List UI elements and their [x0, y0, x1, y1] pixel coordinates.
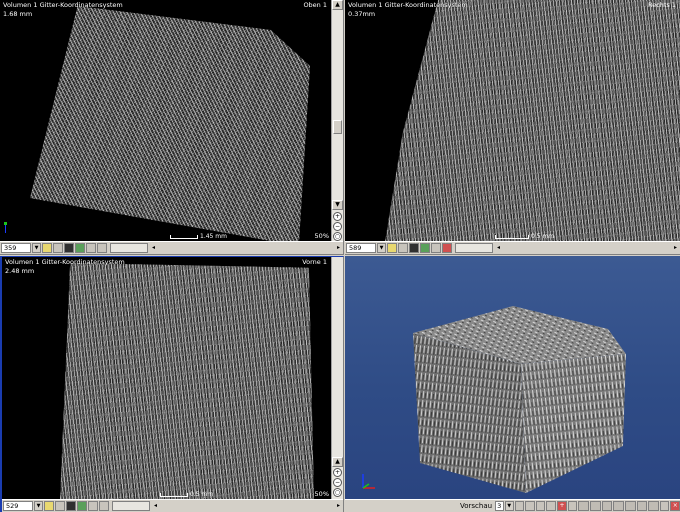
next-slice-icon[interactable]: ▸ [671, 243, 680, 253]
settings-icon[interactable] [659, 501, 670, 511]
measure-icon[interactable] [431, 243, 441, 253]
preview-level-field[interactable]: 3 [495, 501, 504, 511]
zoom-fit-icon[interactable]: ○ [333, 232, 342, 241]
specimen-slice-front [60, 263, 314, 499]
slice-canvas-right[interactable]: Volumen 1 Gitter-Koordinatensystem 0.37m… [345, 0, 680, 241]
slice-number-field[interactable]: 589 [346, 243, 376, 253]
zoom-in-icon[interactable]: + [333, 212, 342, 221]
orientation-button[interactable] [590, 501, 601, 511]
axis-dot [4, 222, 7, 225]
slice-toolbar: 529 ▼ ◂ ▸ [2, 499, 343, 512]
pan-3d-icon[interactable] [525, 501, 535, 511]
slice-toolbar: 589 ▼ ◂ ▸ [345, 241, 680, 254]
scroll-thumb[interactable] [333, 120, 342, 134]
view-name: Vorne 1 [302, 258, 327, 266]
slice-canvas-front[interactable]: Volumen 1 Gitter-Koordinatensystem 2.48 … [2, 257, 331, 499]
axis-z-indicator [5, 225, 6, 233]
close-icon[interactable]: × [670, 501, 680, 511]
volume-label: Volumen 1 Gitter-Koordinatensystem [5, 258, 125, 266]
orientation-button[interactable] [636, 501, 648, 511]
slice-dropdown-icon[interactable]: ▼ [377, 243, 386, 253]
previous-slice-icon[interactable]: ◂ [149, 243, 158, 253]
scale-bar: 0.5 mm [160, 491, 213, 498]
previous-slice-icon[interactable]: ◂ [151, 501, 160, 511]
grid-icon[interactable] [53, 243, 63, 253]
zoom-percent: 50% [314, 232, 329, 240]
grid-icon[interactable] [398, 243, 408, 253]
crosshair-icon[interactable] [64, 243, 74, 253]
measure-icon[interactable] [86, 243, 96, 253]
pan-icon[interactable] [77, 501, 87, 511]
scale-bar: 1.45 mm [170, 233, 227, 240]
volume-label: Volumen 1 Gitter-Koordinatensystem [348, 1, 468, 9]
scroll-up-button[interactable]: ▲ [332, 0, 343, 10]
preview-label: Vorschau [460, 502, 493, 510]
scale-label: 2.48 mm [5, 267, 35, 275]
camera-icon[interactable] [99, 501, 109, 511]
light-icon[interactable] [546, 501, 557, 511]
grid-icon[interactable] [55, 501, 65, 511]
zoom-3d-icon[interactable] [535, 501, 546, 511]
zoom-out-icon[interactable]: − [333, 222, 342, 231]
zoom-in-icon[interactable]: + [333, 468, 342, 477]
slice-slider[interactable] [112, 501, 150, 511]
folder-icon[interactable] [387, 243, 397, 253]
volume-cube [362, 306, 626, 493]
pan-icon[interactable] [420, 243, 430, 253]
vertical-scrollbar[interactable]: ▲ ▼ + − ○ [331, 0, 343, 241]
orientation-button[interactable] [648, 501, 659, 511]
scale-label: 1.68 mm [3, 10, 33, 18]
pan-icon[interactable] [75, 243, 85, 253]
scroll-up-button[interactable]: ▲ [332, 457, 343, 467]
orientation-button[interactable] [624, 501, 636, 511]
clip-icon[interactable] [567, 501, 578, 511]
add-cut-icon[interactable]: + [557, 501, 567, 511]
specimen-slice-right [385, 0, 680, 241]
scale-bar: 0.5 mm [495, 233, 554, 240]
measure-icon[interactable] [88, 501, 98, 511]
slice-dropdown-icon[interactable]: ▼ [34, 501, 43, 511]
camera-icon[interactable] [442, 243, 452, 253]
slice-toolbar: 359 ▼ ◂ ▸ [0, 241, 343, 254]
orientation-button[interactable] [613, 501, 624, 511]
viewer-front[interactable]: Volumen 1 Gitter-Koordinatensystem 2.48 … [0, 256, 344, 512]
folder-icon[interactable] [44, 501, 54, 511]
camera-icon[interactable] [97, 243, 107, 253]
zoom-out-icon[interactable]: − [333, 478, 342, 487]
previous-slice-icon[interactable]: ◂ [494, 243, 503, 253]
render-canvas-3d[interactable] [345, 256, 680, 499]
view-name: Rechts 1 [647, 1, 676, 9]
volume-label: Volumen 1 Gitter-Koordinatensystem [3, 1, 123, 9]
viewer-right[interactable]: Volumen 1 Gitter-Koordinatensystem 0.37m… [345, 0, 680, 255]
slice-canvas-top[interactable]: Volumen 1 Gitter-Koordinatensystem 1.68 … [0, 0, 331, 241]
scroll-down-button[interactable]: ▼ [332, 200, 343, 210]
rotate-icon[interactable] [514, 501, 525, 511]
scale-label: 0.37mm [348, 10, 376, 18]
viewer-3d[interactable]: Vorschau 3 ▼ + × [345, 256, 680, 512]
crosshair-icon[interactable] [66, 501, 76, 511]
next-slice-icon[interactable]: ▸ [334, 243, 343, 253]
slice-slider[interactable] [455, 243, 493, 253]
zoom-fit-icon[interactable]: ○ [333, 488, 342, 497]
next-slice-icon[interactable]: ▸ [334, 501, 343, 511]
viewer-top[interactable]: Volumen 1 Gitter-Koordinatensystem 1.68 … [0, 0, 344, 255]
folder-icon[interactable] [42, 243, 52, 253]
zoom-percent: 50% [314, 490, 329, 498]
slice-number-field[interactable]: 359 [1, 243, 31, 253]
preview-dropdown-icon[interactable]: ▼ [504, 501, 514, 511]
orientation-button[interactable] [578, 501, 590, 511]
specimen-slice-top [30, 6, 310, 241]
cube-side-face [521, 354, 626, 493]
vertical-scrollbar[interactable]: ▲ + − ○ [331, 257, 343, 499]
orientation-button[interactable] [601, 501, 613, 511]
slice-number-field[interactable]: 529 [3, 501, 33, 511]
slice-dropdown-icon[interactable]: ▼ [32, 243, 41, 253]
slice-slider[interactable] [110, 243, 148, 253]
view-name: Oben 1 [303, 1, 327, 9]
preview-toolbar: Vorschau 3 ▼ + × [345, 499, 680, 512]
crosshair-icon[interactable] [409, 243, 419, 253]
